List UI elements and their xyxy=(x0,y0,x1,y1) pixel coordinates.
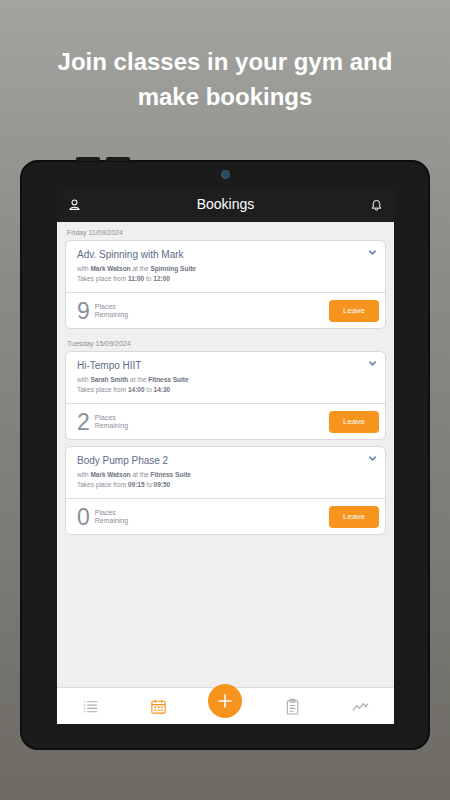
class-time: Takes place from 14:00 to 14:30 xyxy=(77,385,368,395)
app-screen: Bookings Friday 11/09/2024 Adv. Spinning… xyxy=(57,186,394,724)
class-title: Hi-Tempo HIIT xyxy=(77,359,368,372)
power-button xyxy=(106,157,130,161)
camera-icon xyxy=(221,170,230,179)
app-bar-title: Bookings xyxy=(197,196,255,212)
list-icon xyxy=(82,698,99,715)
places-remaining: 9 PlacesRemaining xyxy=(77,298,128,324)
tablet-frame: Bookings Friday 11/09/2024 Adv. Spinning… xyxy=(20,160,430,750)
add-button[interactable] xyxy=(208,684,242,718)
nav-item[interactable] xyxy=(327,688,394,724)
user-icon[interactable] xyxy=(68,198,81,211)
clipboard-icon xyxy=(284,698,301,715)
booking-card[interactable]: Adv. Spinning with Mark with Mark Watson… xyxy=(65,240,386,329)
chart-icon xyxy=(352,698,369,715)
nav-item[interactable] xyxy=(192,688,259,724)
class-instructor: with Sarah Smith at the Fitness Suite xyxy=(77,375,368,385)
date-label: Friday 11/09/2024 xyxy=(65,224,386,240)
nav-item[interactable] xyxy=(259,688,326,724)
class-title: Body Pump Phase 2 xyxy=(77,454,368,467)
bottom-nav xyxy=(57,687,394,724)
places-remaining: 2 PlacesRemaining xyxy=(77,409,128,435)
places-remaining: 0 PlacesRemaining xyxy=(77,504,128,530)
app-bar: Bookings xyxy=(57,186,394,222)
leave-button[interactable]: Leave xyxy=(329,300,379,322)
plus-icon xyxy=(217,693,233,709)
leave-button[interactable]: Leave xyxy=(329,506,379,528)
bookings-list: Friday 11/09/2024 Adv. Spinning with Mar… xyxy=(57,222,394,687)
class-time: Takes place from 09:15 to 09:50 xyxy=(77,480,368,490)
booking-card[interactable]: Body Pump Phase 2 with Mark Watson at th… xyxy=(65,446,386,535)
chevron-down-icon[interactable] xyxy=(368,248,377,257)
chevron-down-icon[interactable] xyxy=(368,454,377,463)
class-instructor: with Mark Watson at the Spinning Suite xyxy=(77,264,368,274)
leave-button[interactable]: Leave xyxy=(329,411,379,433)
page: Join classes in your gym and make bookin… xyxy=(0,0,450,800)
class-time: Takes place from 11:00 to 12:00 xyxy=(77,274,368,284)
date-label: Tuesday 15/09/2024 xyxy=(65,335,386,351)
booking-card[interactable]: Hi-Tempo HIIT with Sarah Smith at the Fi… xyxy=(65,351,386,440)
class-instructor: with Mark Watson at the Fitness Suite xyxy=(77,470,368,480)
nav-item[interactable] xyxy=(124,688,191,724)
nav-item[interactable] xyxy=(57,688,124,724)
volume-button xyxy=(76,157,100,161)
headline: Join classes in your gym and make bookin… xyxy=(35,44,415,114)
class-title: Adv. Spinning with Mark xyxy=(77,248,368,261)
bell-icon[interactable] xyxy=(370,198,383,211)
chevron-down-icon[interactable] xyxy=(368,359,377,368)
calendar-icon xyxy=(150,698,167,715)
